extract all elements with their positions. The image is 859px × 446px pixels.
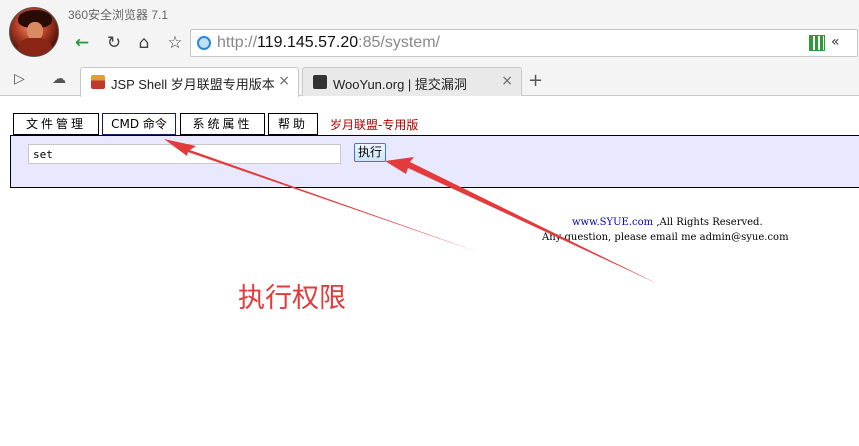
menu-help[interactable]: 帮助 [268, 113, 318, 135]
globe-icon [197, 36, 211, 50]
footer-contact: Any question, please email me admin@syue… [542, 232, 789, 243]
tab-favicon [91, 75, 105, 89]
menu-system-properties[interactable]: 系统属性 [180, 113, 265, 135]
menu-cmd-command[interactable]: CMD 命令 [102, 113, 176, 135]
tab-label: WooYun.org | 提交漏洞 [333, 77, 467, 92]
tab-wooyun[interactable]: WooYun.org | 提交漏洞 × [302, 67, 522, 96]
execute-button[interactable]: 执行 [354, 143, 386, 162]
command-panel: 执行 [10, 135, 859, 188]
browser-chrome: 360安全浏览器 7.1 ← ↻ ⌂ ☆ http://119.145.57.2… [0, 0, 859, 97]
url-scheme: http:// [217, 34, 258, 51]
tab-jsp-shell[interactable]: JSP Shell 岁月联盟专用版本 × [80, 67, 299, 97]
footer-copyright: www.SYUE.com ,All Rights Reserved. [572, 217, 763, 228]
tab-label: JSP Shell 岁月联盟专用版本 [111, 77, 275, 92]
close-icon[interactable]: × [501, 73, 513, 89]
user-avatar[interactable] [9, 7, 59, 57]
tab-favicon [313, 75, 327, 89]
new-tab-icon[interactable]: + [528, 70, 543, 91]
sidebar-toggle-icon[interactable]: ▷ [14, 71, 25, 87]
brand-label: 岁月联盟-专用版 [330, 118, 419, 132]
annotation-label: 执行权限 [238, 283, 346, 314]
command-input[interactable] [28, 144, 341, 164]
more-icon[interactable]: « [831, 34, 840, 50]
close-icon[interactable]: × [278, 73, 290, 89]
home-icon[interactable]: ⌂ [134, 33, 154, 53]
cloud-icon[interactable]: ☁ [52, 71, 66, 87]
app-title: 360安全浏览器 7.1 [68, 8, 169, 22]
reload-icon[interactable]: ↻ [104, 33, 124, 53]
address-bar[interactable]: http://119.145.57.20:85/system/ « [190, 29, 858, 57]
footer-rights: ,All Rights Reserved. [653, 217, 763, 228]
qr-code-icon[interactable] [809, 35, 825, 51]
back-arrow-icon[interactable]: ← [72, 33, 92, 53]
menu-file-manager[interactable]: 文件管理 [13, 113, 99, 135]
url-path: :85/system/ [358, 34, 440, 51]
footer-link[interactable]: www.SYUE.com [572, 217, 653, 228]
url-text[interactable]: http://119.145.57.20:85/system/ [217, 34, 440, 52]
url-host: 119.145.57.20 [257, 34, 359, 51]
star-icon[interactable]: ☆ [165, 33, 185, 53]
